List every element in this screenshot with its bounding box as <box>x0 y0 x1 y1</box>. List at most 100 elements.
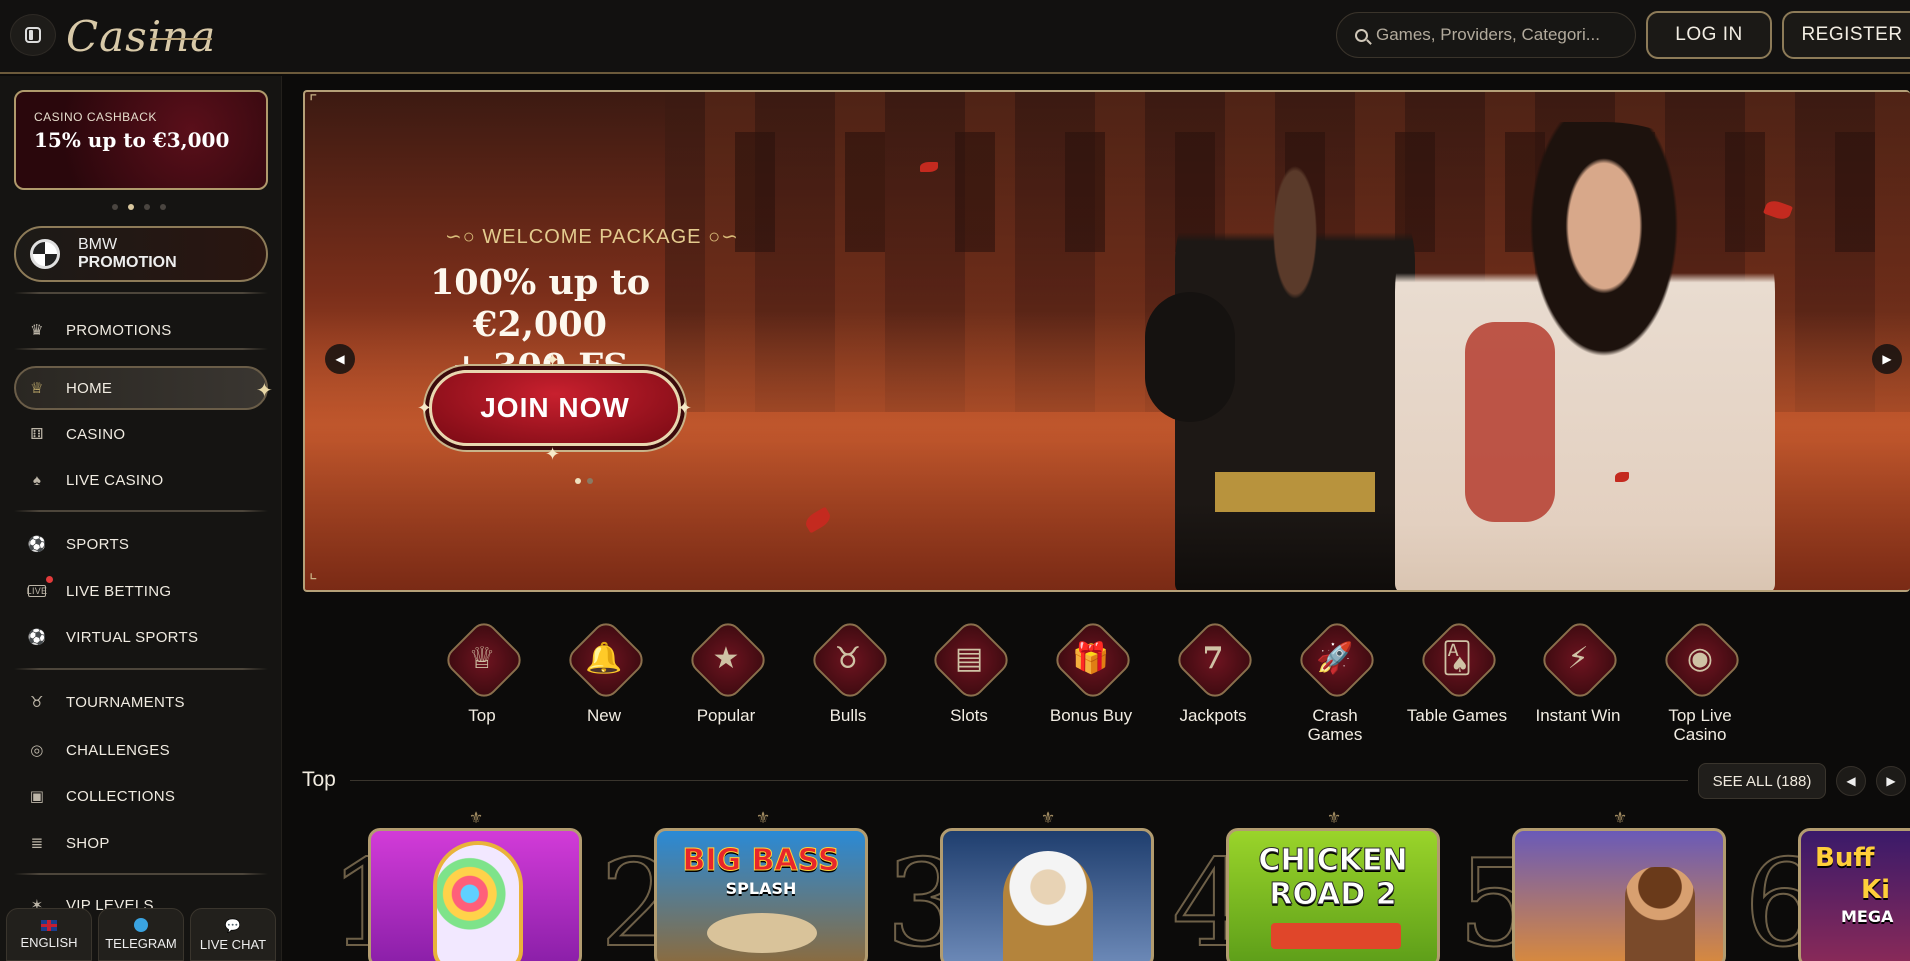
category-top-live-casino[interactable]: ◉ Top Live Casino <box>1645 620 1755 745</box>
category-label: Popular <box>696 706 756 725</box>
sidebar-item-live-casino[interactable]: ♠ LIVE CASINO <box>28 467 164 493</box>
swirl-ornament-icon: ∽○ <box>445 226 483 248</box>
cashback-amount: 15% up to €3,000 <box>34 128 230 152</box>
divider <box>14 510 268 512</box>
hero-banner[interactable]: ⌜ ⌞ ∽○ WELCOME PACKAGE ○∽ 100% up to €2,… <box>303 90 1910 592</box>
bmw-label: BMW <box>78 236 118 253</box>
see-all-button[interactable]: SEE ALL (188) <box>1698 763 1826 799</box>
card-ornament: ⚜ <box>755 810 771 827</box>
sidebar-toggle-button[interactable] <box>10 14 56 56</box>
top-header: Casina LOG IN REGISTER <box>0 0 1910 74</box>
bmw-promotion-button[interactable]: BMW PROMOTION <box>14 226 268 282</box>
sidebar-item-casino[interactable]: ⚅ CASINO <box>28 421 125 447</box>
category-label: Crash Games <box>1307 706 1363 744</box>
chip-icon: ◉ <box>1686 641 1714 675</box>
matador-hat <box>1145 292 1235 422</box>
bell-icon: 🔔 <box>585 641 623 675</box>
carousel-dot[interactable] <box>587 478 593 484</box>
category-popular[interactable]: ★ Popular <box>671 620 781 726</box>
sidebar-item-sports[interactable]: ⚽ SPORTS <box>28 531 129 557</box>
category-label: Jackpots <box>1179 706 1247 725</box>
sparkle-icon: ✦ <box>256 380 273 402</box>
search-input[interactable] <box>1376 25 1616 45</box>
telegram-button[interactable]: TELEGRAM <box>98 908 184 961</box>
carousel-dot[interactable] <box>144 204 150 210</box>
language-button[interactable]: ENGLISH <box>6 908 92 961</box>
category-top[interactable]: ♕ Top <box>427 620 537 726</box>
bull-head-icon: ♉ <box>834 641 862 675</box>
carousel-dot[interactable] <box>112 204 118 210</box>
corner-ornament: ⌞ <box>309 562 318 582</box>
crown-icon: ♕ <box>468 641 496 675</box>
game-card[interactable] <box>940 828 1154 961</box>
category-jackpots[interactable]: 7 Jackpots <box>1158 620 1268 726</box>
divider <box>14 348 268 350</box>
sparkle-icon: ✦ <box>677 398 693 418</box>
chat-bubble-icon: 💬 <box>224 917 242 933</box>
category-bulls[interactable]: ♉ Bulls <box>793 620 903 726</box>
site-logo[interactable]: Casina <box>66 12 216 61</box>
category-slots[interactable]: ▤ Slots <box>914 620 1024 726</box>
divider <box>14 668 268 670</box>
login-button[interactable]: LOG IN <box>1646 11 1772 59</box>
carousel-dot-active[interactable] <box>128 204 134 210</box>
sidebar-item-label: PROMOTIONS <box>66 321 172 339</box>
sidebar-item-label: HOME <box>66 379 113 397</box>
zeus-image <box>1003 851 1093 961</box>
join-now-button[interactable]: JOIN NOW <box>429 370 681 446</box>
category-label: Slots <box>950 706 988 725</box>
hero-next-arrow[interactable]: ▶ <box>1872 344 1902 374</box>
search-box[interactable] <box>1336 12 1636 58</box>
cashback-promo-card[interactable]: CASINO CASHBACK 15% up to €3,000 <box>14 90 268 190</box>
logo-flourish <box>150 38 212 40</box>
carousel-dot-active[interactable] <box>575 478 581 484</box>
game-title-line-2: Ki <box>1861 875 1891 905</box>
rose-petal <box>1615 472 1629 482</box>
promotion-label: PROMOTION <box>78 254 177 271</box>
gold-sash <box>1215 472 1375 512</box>
sidebar-item-shop[interactable]: ≣ SHOP <box>28 830 110 856</box>
sidebar-item-label: VIRTUAL SPORTS <box>66 628 199 646</box>
cards-icon: ♠ <box>32 471 42 489</box>
bmw-logo-icon <box>30 239 60 269</box>
soccer-ball-icon: ⚽ <box>27 536 47 553</box>
sidebar-item-promotions[interactable]: ♛ PROMOTIONS <box>28 317 172 343</box>
mask-icon: ♛ <box>30 322 44 339</box>
card-ornament: ⚜ <box>1040 810 1056 827</box>
register-button[interactable]: REGISTER <box>1782 11 1910 59</box>
sidebar-item-label: SHOP <box>66 834 110 852</box>
carousel-dot[interactable] <box>160 204 166 210</box>
game-card[interactable]: CHICKEN ROAD 2 <box>1226 828 1440 961</box>
gift-box-icon: 🎁 <box>1072 641 1110 675</box>
category-new[interactable]: 🔔 New <box>549 620 659 726</box>
slot-machine-icon: ▤ <box>954 641 984 675</box>
carousel-next-arrow[interactable]: ▶ <box>1876 766 1906 796</box>
sidebar-toggle-icon <box>25 27 41 43</box>
sidebar-item-virtual-sports[interactable]: ⚽ VIRTUAL SPORTS <box>28 624 198 650</box>
game-card[interactable]: Buff Ki MEGA <box>1798 828 1910 961</box>
sidebar-item-label: SPORTS <box>66 535 130 553</box>
playing-cards-icon: 🂡 <box>1441 641 1473 675</box>
category-instant-win[interactable]: ⚡ Instant Win <box>1523 620 1633 726</box>
live-chat-button[interactable]: 💬 LIVE CHAT <box>190 908 276 961</box>
divider <box>14 292 268 294</box>
game-card[interactable] <box>368 828 582 961</box>
section-title-top: Top <box>302 768 336 791</box>
sidebar-item-collections[interactable]: ▣ COLLECTIONS <box>28 783 175 809</box>
game-card[interactable] <box>1512 828 1726 961</box>
live-indicator-dot <box>46 576 53 583</box>
sidebar-item-home[interactable]: ♕ HOME <box>28 375 112 401</box>
hero-prev-arrow[interactable]: ◀ <box>325 344 355 374</box>
category-bonus-buy[interactable]: 🎁 Bonus Buy <box>1036 620 1146 726</box>
sidebar-item-challenges[interactable]: ◎ CHALLENGES <box>28 737 170 763</box>
target-icon: ◎ <box>30 742 44 759</box>
game-card[interactable]: BIG BASS SPLASH <box>654 828 868 961</box>
rocket-icon: 🚀 <box>1316 641 1354 675</box>
cowboy-hat-image <box>707 913 817 953</box>
carousel-prev-arrow[interactable]: ◀ <box>1836 766 1866 796</box>
game-title-line-1: BIG BASS <box>682 843 840 879</box>
category-crash-games[interactable]: 🚀 Crash Games <box>1280 620 1390 745</box>
category-table-games[interactable]: 🂡 Table Games <box>1402 620 1512 726</box>
game-title-line-3: MEGA <box>1841 907 1894 926</box>
sidebar-item-tournaments[interactable]: ♉ TOURNAMENTS <box>28 689 185 715</box>
